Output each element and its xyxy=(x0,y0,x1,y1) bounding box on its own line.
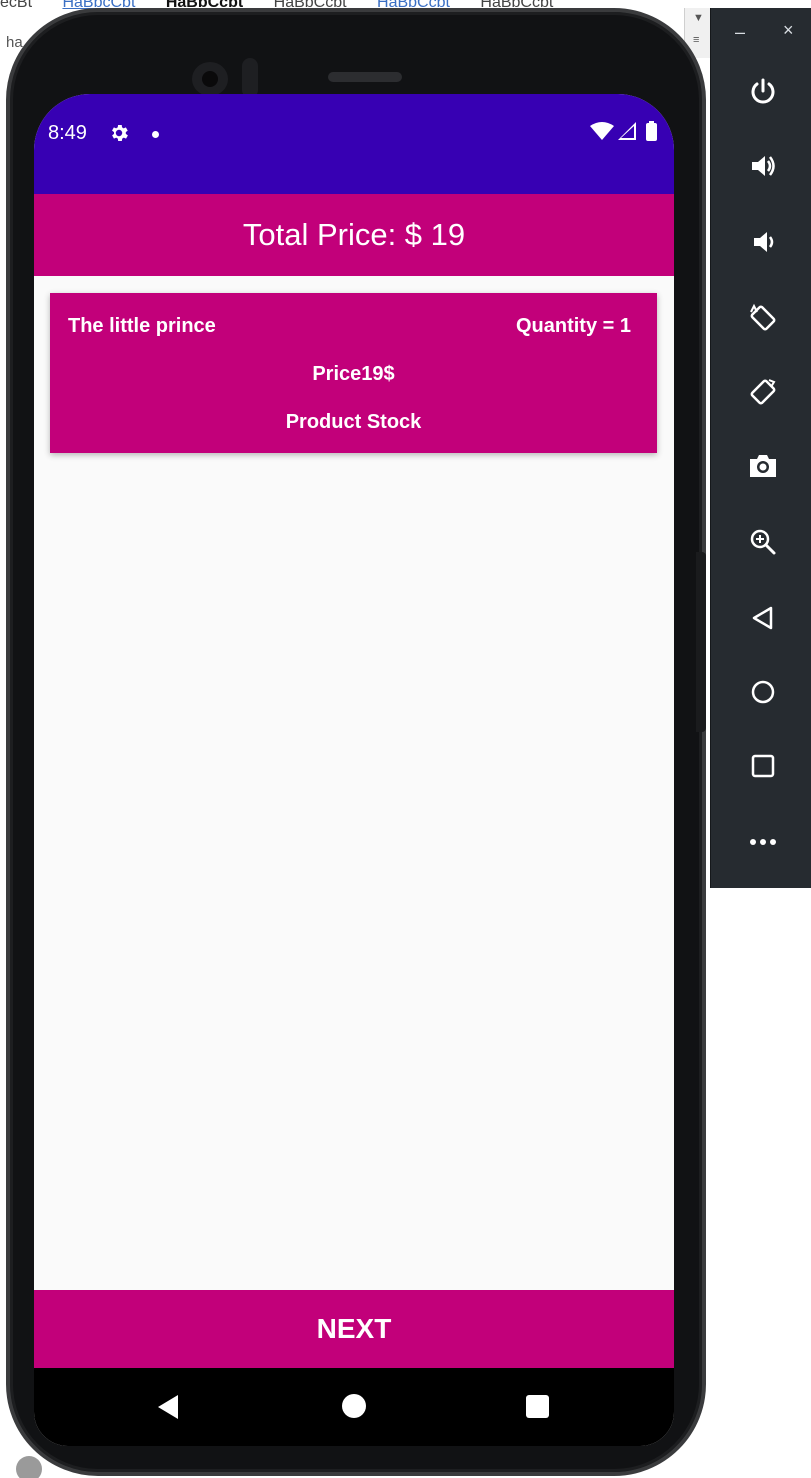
rotate-right-icon xyxy=(750,379,776,405)
status-icons xyxy=(590,120,664,149)
stage: ecBt HaBbcCbt HaBbCcbt HaBbCcbt HaBbCcbt… xyxy=(0,0,811,1478)
screenshot-button[interactable] xyxy=(745,448,781,484)
volume-down-button[interactable] xyxy=(745,224,781,260)
cart-item-card[interactable]: The little prince Quantity = 1 Price19$ … xyxy=(50,293,657,453)
product-name: The little prince xyxy=(68,315,216,337)
volume-up-button[interactable] xyxy=(745,148,781,184)
home-icon xyxy=(751,680,775,704)
emulator-more-button[interactable] xyxy=(745,824,781,860)
emulator-home-button[interactable] xyxy=(745,674,781,710)
status-time: 8:49 xyxy=(48,122,87,144)
earpiece-speaker xyxy=(328,72,402,82)
rotate-left-icon xyxy=(750,303,776,331)
more-icon xyxy=(750,839,776,845)
next-button[interactable]: NEXT xyxy=(34,1290,674,1368)
rotate-right-button[interactable] xyxy=(745,374,781,410)
cell-signal-icon xyxy=(618,122,636,140)
close-button[interactable]: × xyxy=(783,20,794,41)
total-price-header: Total Price: $ 19 xyxy=(34,194,674,276)
phone-screen: 8:49 Total Price: $ 19 The little prince… xyxy=(34,94,674,1446)
product-stock: Product Stock xyxy=(285,411,422,433)
emulator-toolbar: – × xyxy=(710,8,811,888)
product-quantity: Quantity = 1 xyxy=(515,315,631,337)
background-tab: ecBt xyxy=(0,0,33,11)
status-bar: 8:49 xyxy=(34,94,674,194)
zoom-button[interactable] xyxy=(745,524,781,560)
overview-icon xyxy=(751,754,775,778)
wifi-icon xyxy=(590,122,614,140)
chevron-down-icon: ▼ xyxy=(693,12,704,24)
gear-icon xyxy=(108,122,130,149)
notification-dot-icon xyxy=(152,131,159,138)
proximity-sensor xyxy=(242,58,258,98)
volume-up-icon xyxy=(752,156,775,176)
camera-icon xyxy=(750,455,776,477)
emulator-back-button[interactable] xyxy=(745,600,781,636)
minimize-button[interactable]: – xyxy=(735,22,745,43)
home-icon[interactable] xyxy=(342,1394,366,1418)
product-price: Price19$ xyxy=(312,363,395,385)
volume-down-icon xyxy=(754,232,774,252)
phone-side-button[interactable] xyxy=(696,552,706,732)
corner-dot xyxy=(16,1456,42,1478)
total-price-title: Total Price: $ 19 xyxy=(242,217,466,252)
battery-icon xyxy=(646,123,657,141)
back-icon xyxy=(752,606,773,630)
rotate-left-button[interactable] xyxy=(745,300,781,336)
power-icon xyxy=(751,78,775,104)
zoom-icon xyxy=(750,529,776,555)
emulator-overview-button[interactable] xyxy=(745,748,781,784)
front-camera xyxy=(192,62,228,96)
next-button-label: NEXT xyxy=(316,1313,392,1344)
back-icon[interactable] xyxy=(156,1394,180,1425)
expand-icon: ≡ xyxy=(693,34,700,46)
power-button[interactable] xyxy=(745,74,781,110)
recents-icon[interactable] xyxy=(526,1395,549,1418)
navigation-bar xyxy=(34,1368,674,1446)
